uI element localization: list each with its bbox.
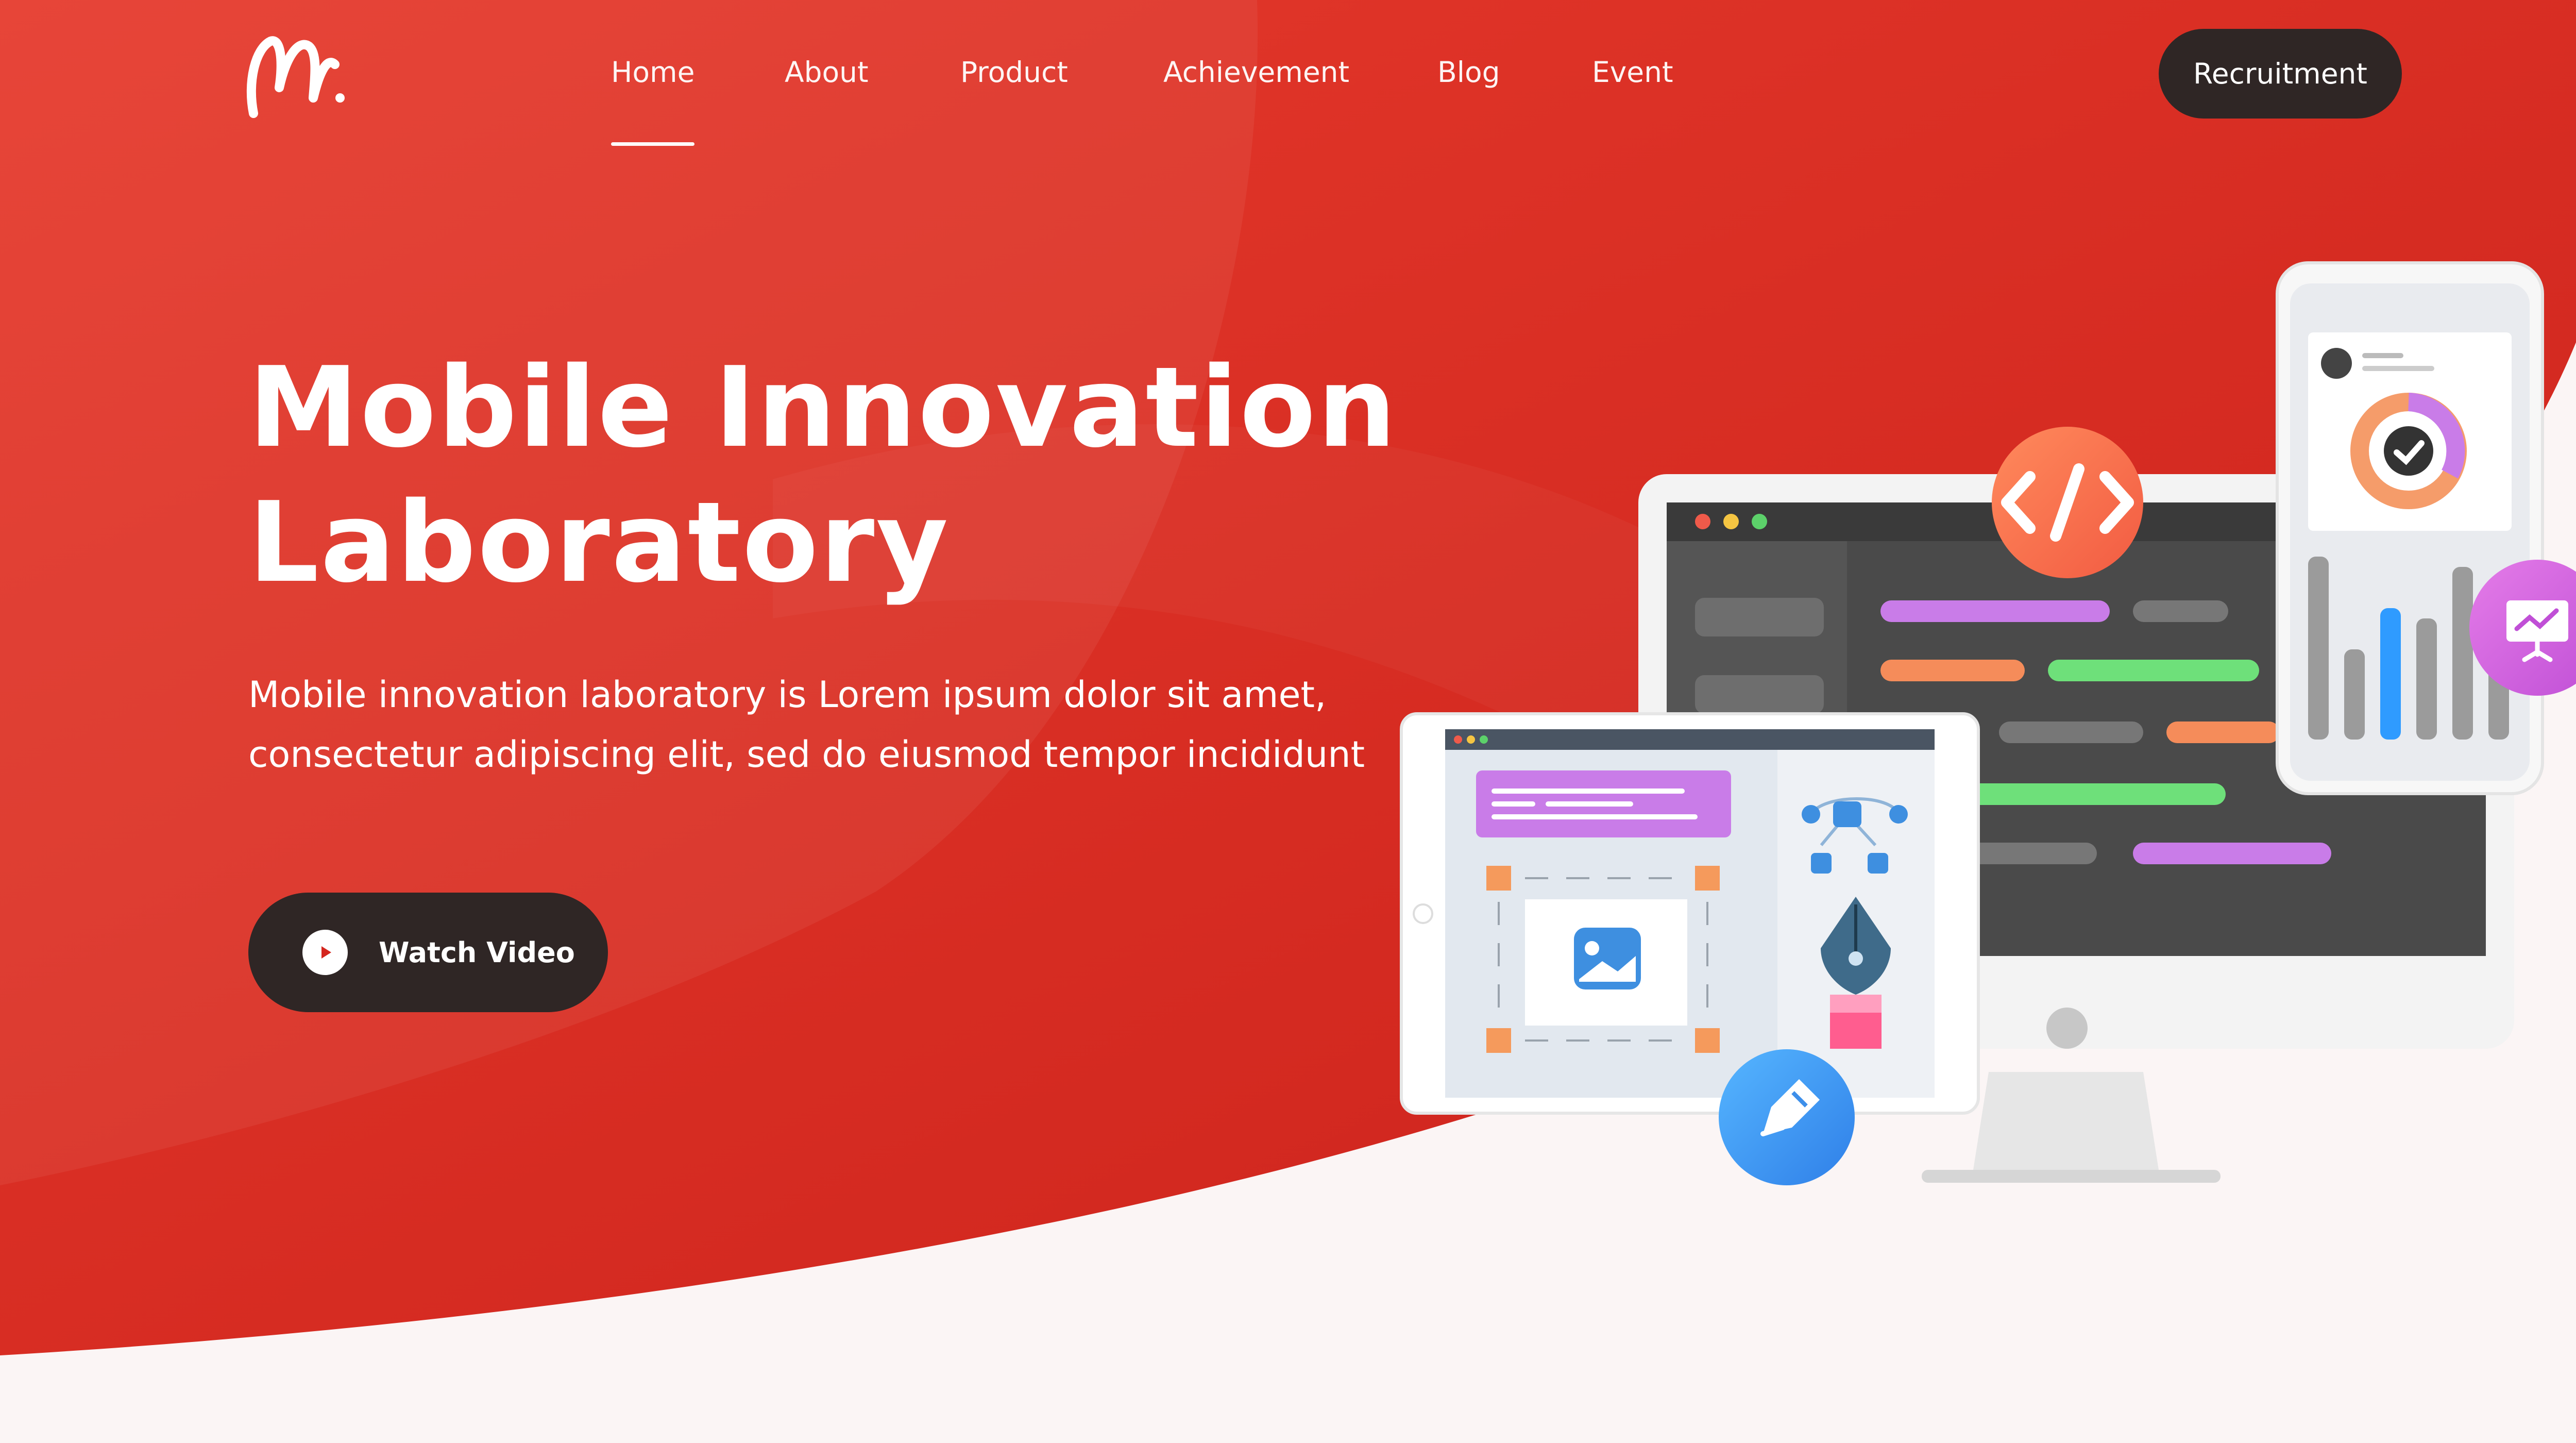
nav-achievement[interactable]: Achievement [1163, 56, 1349, 89]
nav-event[interactable]: Event [1592, 56, 1673, 89]
brand-logo[interactable] [242, 26, 345, 124]
hero-description: Mobile innovation laboratory is Lorem ip… [248, 665, 1433, 784]
devices-illustration [1400, 261, 2576, 1185]
nav-about[interactable]: About [785, 56, 869, 89]
hero-title: Mobile Innovation Laboratory [248, 340, 1485, 610]
play-icon [302, 930, 348, 975]
watch-video-button[interactable]: Watch Video [248, 893, 608, 1012]
smartphone [2276, 261, 2544, 795]
code-icon [1992, 427, 2143, 578]
hero-description-line-1: Mobile innovation laboratory is Lorem ip… [248, 674, 1327, 716]
nav-home[interactable]: Home [611, 56, 694, 89]
recruitment-button[interactable]: Recruitment [2159, 29, 2402, 119]
tablet [1400, 712, 1980, 1115]
image-icon [1574, 928, 1641, 989]
nav-product[interactable]: Product [960, 56, 1068, 89]
active-nav-indicator [611, 142, 694, 146]
hero-title-line-2: Laboratory [248, 478, 950, 607]
hero-title-line-1: Mobile Innovation [248, 343, 1398, 472]
nav-blog[interactable]: Blog [1437, 56, 1500, 89]
hero-description-line-2: consectetur adipiscing elit, sed do eius… [248, 733, 1365, 776]
watch-video-label: Watch Video [379, 936, 575, 969]
edit-icon [1719, 1049, 1855, 1185]
